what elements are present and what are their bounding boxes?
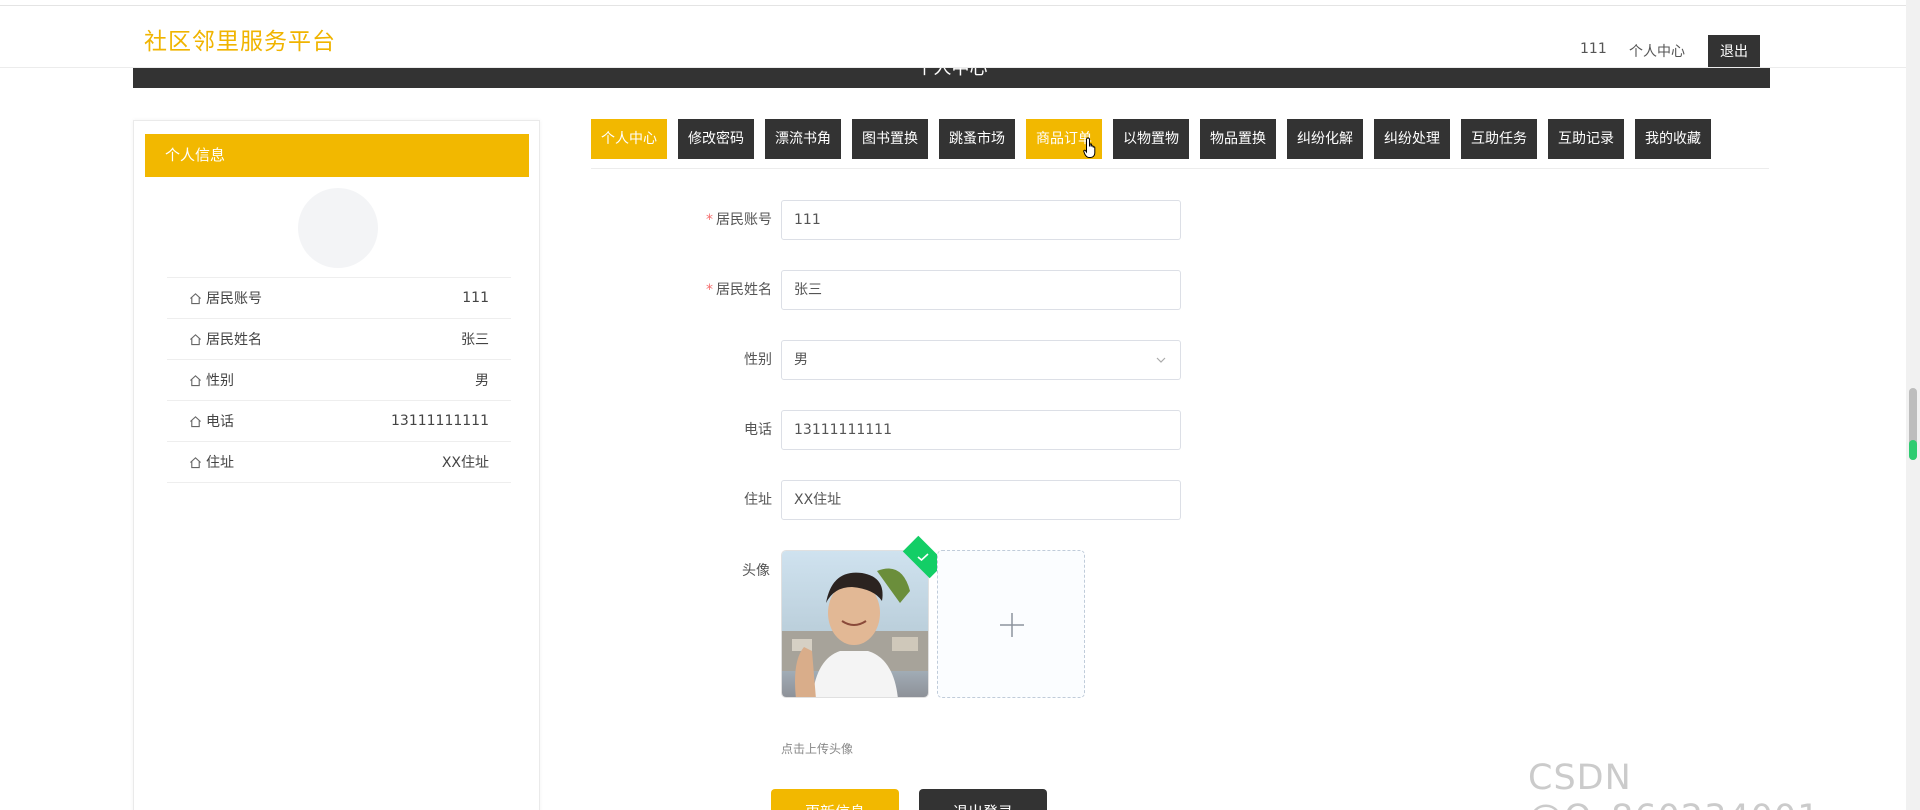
info-value: 111 (462, 290, 489, 306)
avatar-label: 头像 (742, 563, 770, 579)
tab-flea-market[interactable]: 跳蚤市场 (939, 119, 1015, 159)
check-icon (917, 553, 929, 561)
info-value: XX住址 (441, 455, 489, 471)
hand-cursor-icon (1083, 137, 1096, 158)
avatar-photo (782, 551, 928, 697)
tab-book-exchange[interactable]: 图书置换 (852, 119, 928, 159)
list-item: 住址 XX住址 (167, 442, 511, 483)
form-row-name: * 居民姓名 张三 (620, 270, 1181, 310)
profile-info-list: 居民账号 111 居民姓名 张三 性别 男 电话 13111111111 住址 … (167, 277, 511, 483)
tab-change-password[interactable]: 修改密码 (678, 119, 754, 159)
tab-barter[interactable]: 以物置物 (1113, 119, 1189, 159)
tabs-divider (591, 168, 1769, 169)
form-row-address: 住址 XX住址 (620, 480, 1181, 520)
avatar (298, 188, 378, 268)
list-item: 居民账号 111 (167, 278, 511, 319)
info-label: 电话 (206, 414, 234, 430)
logout-button[interactable]: 退出 (1708, 35, 1760, 67)
form-row-gender: 性别 男 (620, 340, 1181, 380)
required-mark: * (706, 282, 713, 298)
list-item: 居民姓名 张三 (167, 319, 511, 360)
info-value: 男 (475, 373, 489, 389)
watermark: CSDN @Q_860234001 (1528, 758, 1819, 810)
username-link[interactable]: 111 (1580, 41, 1607, 57)
home-icon (190, 292, 201, 304)
tab-mutual-tasks[interactable]: 互助任务 (1461, 119, 1537, 159)
tab-my-favorites[interactable]: 我的收藏 (1635, 119, 1711, 159)
name-field[interactable]: 张三 (781, 270, 1181, 310)
account-label: 居民账号 (716, 212, 772, 228)
tab-dispute-handling[interactable]: 纠纷处理 (1374, 119, 1450, 159)
info-label: 居民姓名 (206, 332, 262, 348)
personal-center-link[interactable]: 个人中心 (1629, 41, 1685, 61)
required-mark: * (706, 212, 713, 228)
form-row-phone: 电话 13111111111 (620, 410, 1181, 450)
chevron-down-icon (1156, 357, 1166, 363)
name-label: 居民姓名 (716, 282, 772, 298)
scrollbar-indicator (1909, 440, 1917, 460)
upload-tip: 点击上传头像 (781, 742, 854, 756)
home-icon (190, 415, 201, 427)
gender-selected-value: 男 (794, 352, 808, 368)
account-field[interactable]: 111 (781, 200, 1181, 240)
home-icon (190, 456, 201, 468)
gender-select[interactable]: 男 (781, 340, 1181, 380)
address-label: 住址 (744, 492, 772, 508)
info-label: 性别 (206, 373, 234, 389)
update-info-button[interactable]: 更新信息 (771, 789, 899, 810)
avatar-upload-button[interactable] (937, 550, 1085, 698)
tab-mutual-records[interactable]: 互助记录 (1548, 119, 1624, 159)
tab-bar: 个人中心 修改密码 漂流书角 图书置换 跳蚤市场 商品订单 以物置物 物品置换 … (591, 119, 1722, 159)
site-header: 社区邻里服务平台 111 个人中心 退出 (0, 6, 1906, 68)
site-logo[interactable]: 社区邻里服务平台 (144, 22, 336, 56)
address-field[interactable]: XX住址 (781, 480, 1181, 520)
home-icon (190, 374, 201, 386)
exit-login-button[interactable]: 退出登录 (919, 789, 1047, 810)
uploaded-avatar-image[interactable] (781, 550, 929, 698)
info-label: 居民账号 (206, 291, 262, 307)
page-scrollbar[interactable] (1906, 0, 1920, 810)
phone-field[interactable]: 13111111111 (781, 410, 1181, 450)
gender-label: 性别 (744, 352, 772, 368)
plus-icon (1000, 613, 1024, 637)
tab-dispute-mediation[interactable]: 纠纷化解 (1287, 119, 1363, 159)
form-row-account: * 居民账号 111 (620, 200, 1181, 240)
list-item: 性别 男 (167, 360, 511, 401)
tab-book-drift[interactable]: 漂流书角 (765, 119, 841, 159)
home-icon (190, 333, 201, 345)
list-item: 电话 13111111111 (167, 401, 511, 442)
profile-card-heading: 个人信息 (145, 134, 529, 177)
info-value: 13111111111 (391, 413, 489, 429)
info-label: 住址 (206, 455, 234, 471)
tab-personal-center[interactable]: 个人中心 (591, 119, 667, 159)
phone-label: 电话 (744, 422, 772, 438)
info-value: 张三 (461, 332, 489, 348)
profile-card: 个人信息 居民账号 111 居民姓名 张三 性别 男 电话 1311111111… (133, 120, 540, 810)
tab-item-exchange[interactable]: 物品置换 (1200, 119, 1276, 159)
